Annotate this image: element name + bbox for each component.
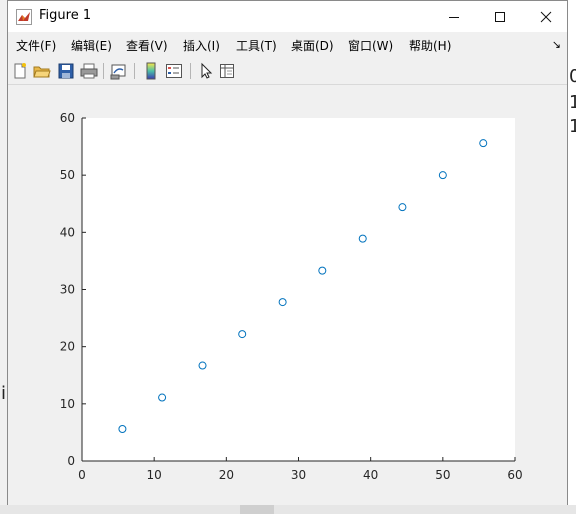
menu-help[interactable]: 帮助(H): [409, 37, 451, 54]
menu-view[interactable]: 查看(V): [126, 37, 168, 54]
legend-icon[interactable]: [165, 62, 183, 80]
menu-file[interactable]: 文件(F): [16, 37, 56, 54]
scatter-plot: 0 10 20 30 40 50 60 0 10 20 30 40 50 60: [60, 111, 523, 482]
toolbar-separator: [103, 63, 104, 79]
toolbar-separator: [134, 63, 135, 79]
minimize-button[interactable]: [431, 1, 477, 32]
background-text-line-2: 1: [569, 92, 576, 113]
x-tick-label: 0: [78, 468, 86, 482]
menu-edit[interactable]: 编辑(E): [71, 37, 112, 54]
menu-window[interactable]: 窗口(W): [348, 37, 393, 54]
x-tick-label: 50: [435, 468, 450, 482]
y-tick-label: 30: [60, 283, 75, 297]
x-tick-label: 60: [507, 468, 522, 482]
menu-bar: 文件(F) 编辑(E) 查看(V) 插入(I) 工具(T) 桌面(D) 窗口(W…: [8, 33, 567, 57]
y-tick-label: 10: [60, 397, 75, 411]
minimize-icon: [449, 16, 459, 18]
y-tick-label: 50: [60, 168, 75, 182]
y-tick-label: 60: [60, 111, 75, 125]
x-tick-label: 10: [147, 468, 162, 482]
x-tick-label: 20: [219, 468, 234, 482]
matlab-app-icon: [16, 9, 32, 25]
y-tick-label: 20: [60, 340, 75, 354]
toolbar-separator: [190, 63, 191, 79]
menu-desktop[interactable]: 桌面(D): [291, 37, 334, 54]
y-tick-label: 40: [60, 225, 75, 239]
close-button[interactable]: [523, 1, 569, 32]
property-inspector-icon[interactable]: [218, 62, 236, 80]
background-bottom-strip: [0, 505, 576, 514]
undock-arrow-icon[interactable]: ↘: [552, 38, 561, 51]
title-bar[interactable]: Figure 1: [8, 1, 567, 32]
new-figure-icon[interactable]: [11, 62, 29, 80]
figure-canvas: 0 10 20 30 40 50 60 0 10 20 30 40 50 60: [8, 85, 567, 505]
window-title: Figure 1: [39, 8, 92, 23]
background-text-line-1: 0: [569, 66, 576, 87]
print-icon[interactable]: [80, 62, 98, 80]
x-tick-label: 40: [363, 468, 378, 482]
colorbar-icon[interactable]: [142, 62, 160, 80]
link-plot-icon[interactable]: [110, 62, 128, 80]
background-text-left: i: [1, 383, 7, 404]
maximize-icon: [495, 11, 505, 22]
close-icon: [540, 11, 552, 22]
menu-insert[interactable]: 插入(I): [183, 37, 220, 54]
y-tick-label: 0: [67, 454, 75, 468]
menu-tools[interactable]: 工具(T): [236, 37, 277, 54]
figure-toolbar: [8, 58, 567, 85]
axes-background: [82, 118, 515, 461]
maximize-button[interactable]: [477, 1, 523, 32]
edit-plot-pointer-icon[interactable]: [197, 62, 215, 80]
open-file-icon[interactable]: [33, 62, 51, 80]
x-tick-label: 30: [291, 468, 306, 482]
figure-window: Figure 1 文件(F) 编辑(E) 查看(V) 插入(I) 工具(T) 桌…: [7, 0, 568, 505]
background-text-line-3: 1: [569, 116, 576, 137]
save-icon[interactable]: [57, 62, 75, 80]
background-scrollbar-thumb: [240, 505, 274, 514]
